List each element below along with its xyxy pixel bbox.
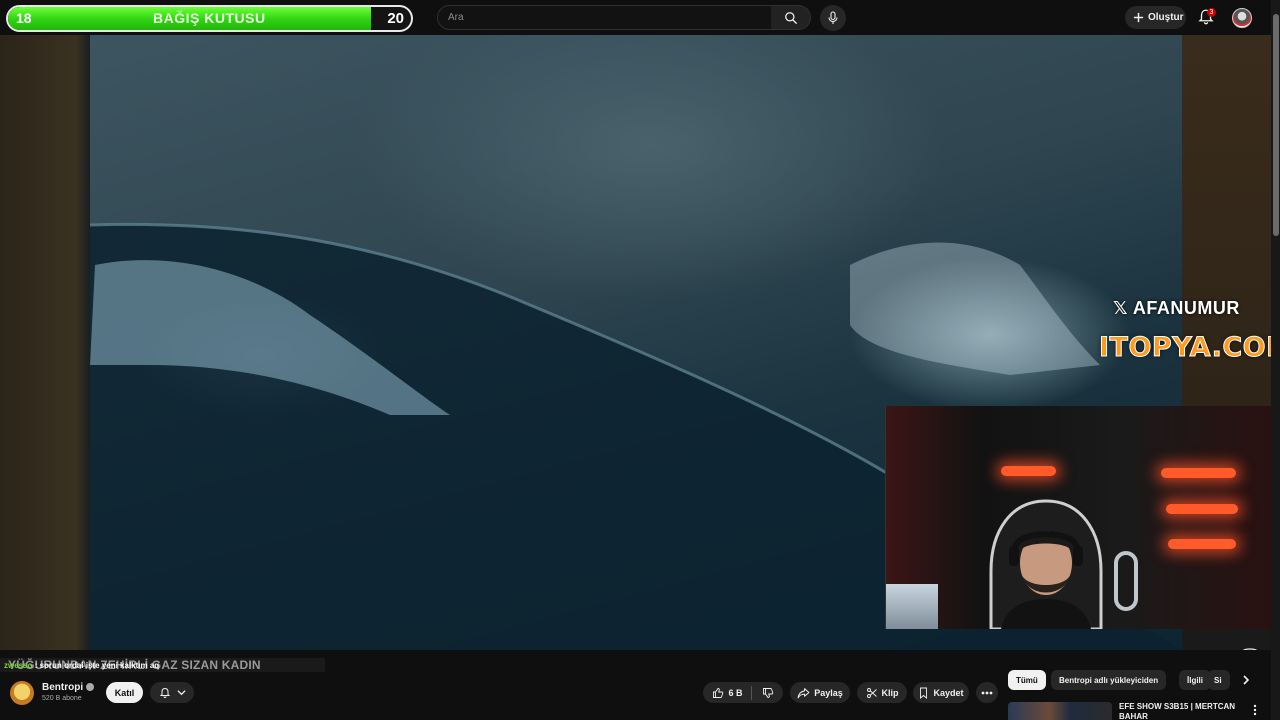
below-video-area: YÜĞURUNDAN ZEHİRLİ GAZ SIZAN KADIN zwess… xyxy=(0,650,1271,720)
chip-next-partial[interactable]: Si xyxy=(1208,670,1230,690)
like-separator xyxy=(750,685,752,700)
streamer-webcam xyxy=(885,406,1271,629)
x-logo-icon: 𝕏 xyxy=(1113,298,1129,318)
chevron-down-icon xyxy=(176,690,186,696)
share-button[interactable]: Paylaş xyxy=(790,682,850,703)
account-avatar[interactable] xyxy=(1232,8,1252,28)
chip-all[interactable]: Tümü xyxy=(1008,670,1046,690)
chips-next-button[interactable] xyxy=(1238,672,1254,688)
donation-box: 18 BAĞIŞ KUTUSU 20 xyxy=(6,5,413,32)
search-button[interactable] xyxy=(771,5,811,30)
clip-button[interactable]: Klip xyxy=(857,682,907,703)
share-label: Paylaş xyxy=(814,687,843,698)
youtube-watch-page: 18 BAĞIŞ KUTUSU 20 Ara Oluştur 3 𝕏 AFANU… xyxy=(0,0,1280,720)
create-label: Oluştur xyxy=(1148,12,1184,23)
more-vertical-icon[interactable] xyxy=(1251,704,1259,716)
led-light xyxy=(1166,504,1238,514)
subscription-bell-button[interactable] xyxy=(150,682,194,703)
channel-name: Bentropi xyxy=(42,682,84,693)
subscriber-count: 520 B abone xyxy=(42,695,82,702)
save-button[interactable]: Kaydet xyxy=(913,682,969,703)
overlay-emoji-panel xyxy=(1182,629,1271,650)
like-dislike-group: 6 B xyxy=(703,682,783,703)
search-input[interactable]: Ara xyxy=(437,5,772,30)
page-scrollbar[interactable] xyxy=(1271,0,1280,720)
desk-lamp xyxy=(1114,551,1138,611)
more-actions-button[interactable] xyxy=(976,682,998,703)
recommended-video-thumbnail[interactable] xyxy=(1008,702,1112,720)
chat-message: zwesso : sorun ordai işte yeni kalktım a… xyxy=(4,661,159,670)
like-count[interactable]: 6 B xyxy=(728,688,742,698)
chevron-right-icon xyxy=(1243,675,1250,685)
sponsor-logo: ITOPYA.COM xyxy=(1098,332,1271,364)
scissors-icon xyxy=(866,687,877,698)
channel-avatar[interactable] xyxy=(10,681,34,705)
streamer-figure xyxy=(989,499,1103,629)
verified-icon xyxy=(86,683,95,692)
clip-label: Klip xyxy=(881,687,899,698)
chip-from-uploader[interactable]: Bentropi adlı yükleyiciden xyxy=(1051,670,1167,690)
join-button[interactable]: Katıl xyxy=(106,682,143,703)
donation-goal: 20 xyxy=(387,10,404,27)
led-light xyxy=(1001,466,1056,476)
recommended-video-title[interactable]: EFE SHOW S3B15 | MERTCAN BAHAR xyxy=(1119,702,1249,720)
channel-name-link[interactable]: Bentropi xyxy=(42,682,95,693)
chip-related[interactable]: İlgili xyxy=(1179,670,1211,690)
voice-search-button[interactable] xyxy=(820,5,846,31)
save-label: Kaydet xyxy=(933,687,964,698)
x-handle-text: AFANUMUR xyxy=(1132,298,1240,318)
donation-title: BAĞIŞ KUTUSU xyxy=(153,10,266,26)
bell-icon xyxy=(159,687,170,698)
more-horizontal-icon xyxy=(981,691,993,694)
monitor-screen xyxy=(886,584,938,629)
search-icon xyxy=(784,11,797,24)
led-light xyxy=(1161,468,1236,478)
x-handle-overlay: 𝕏 AFANUMUR xyxy=(1113,298,1240,319)
plus-icon xyxy=(1133,12,1144,23)
top-bar: 18 BAĞIŞ KUTUSU 20 Ara Oluştur 3 xyxy=(0,0,1280,35)
chat-text: sorun ordai işte yeni kalktım aq xyxy=(39,661,160,670)
search-placeholder: Ara xyxy=(448,12,464,23)
thumbs-up-icon[interactable] xyxy=(712,687,724,699)
chat-username: zwesso xyxy=(4,661,33,670)
create-button[interactable]: Oluştur xyxy=(1125,6,1186,29)
thumbs-down-icon[interactable] xyxy=(762,687,774,699)
video-player[interactable]: 𝕏 AFANUMUR ITOPYA.COM xyxy=(0,35,1271,650)
bookmark-icon xyxy=(920,687,928,699)
scrollbar-thumb[interactable] xyxy=(1273,14,1279,236)
share-icon xyxy=(797,687,810,698)
led-light xyxy=(1168,539,1236,549)
microphone-icon xyxy=(828,11,838,24)
notification-count-badge: 3 xyxy=(1207,8,1216,17)
